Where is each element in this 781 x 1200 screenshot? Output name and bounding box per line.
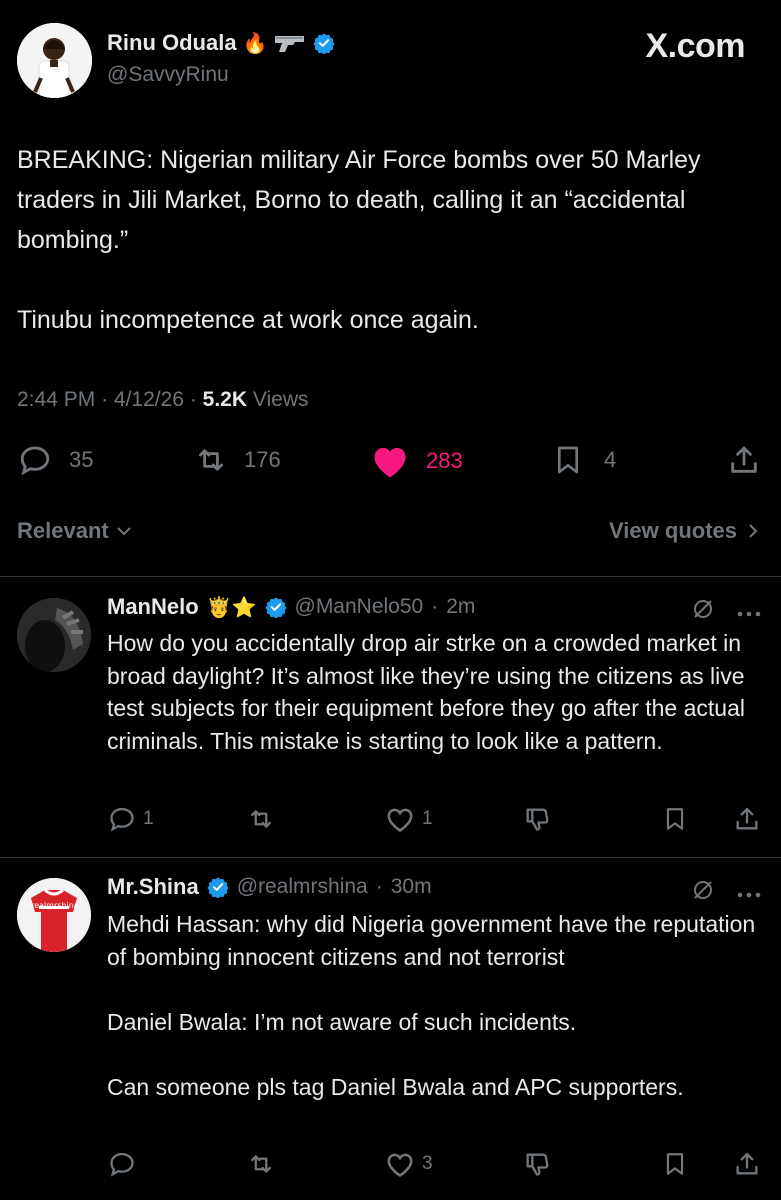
heart-outline-icon [384,805,416,833]
reply-share-button[interactable] [733,1150,761,1183]
reply-like-count: 3 [422,1153,433,1174]
bookmark-action[interactable]: 4 [552,443,616,477]
reply-repost-action[interactable] [245,1150,277,1183]
reply-like-count: 1 [422,808,433,829]
reply-author-handle[interactable]: @realmrshina [237,875,368,899]
avatar-text: @realmrshina [23,901,79,910]
heart-filled-icon [370,443,410,479]
repost-icon [192,443,230,477]
view-quotes-label: View quotes [609,518,737,543]
grok-icon [691,597,715,621]
reply-like-action[interactable]: 3 [384,1150,433,1178]
author-handle[interactable]: @SavvyRinu [107,63,229,87]
more-options-button[interactable] [736,605,762,623]
more-dots-icon [736,610,762,618]
reply-reply-count: 1 [143,808,154,829]
tweet-text: BREAKING: Nigerian military Air Force bo… [17,146,701,334]
author-name-row: Rinu Oduala 🔥 [107,30,336,56]
chevron-down-icon [115,524,133,538]
reply-icon [107,805,137,833]
repost-icon [245,1150,277,1178]
reply-author-handle[interactable]: @ManNelo50 [295,595,424,619]
reply-reply-action[interactable] [107,1150,137,1183]
reply-time[interactable]: 2m [446,595,475,619]
separator-dot: · [375,875,383,898]
tweet-date[interactable]: 4/12/26 [114,388,184,411]
verified-badge-icon [313,32,336,54]
reply-header: Mr.Shina @realmrshina · 30m [107,874,432,900]
sort-label: Relevant [17,518,109,543]
brand-watermark: X.com [645,27,745,65]
share-icon [733,805,761,833]
tweet-time[interactable]: 2:44 PM [17,388,95,411]
reply-bookmark-button[interactable] [662,805,688,838]
dislike-button[interactable] [522,1150,552,1183]
reply-avatar[interactable] [17,878,91,952]
repost-icon [245,805,277,833]
share-icon [733,1150,761,1178]
share-icon [727,443,761,477]
share-button[interactable] [727,443,761,482]
thumbs-down-icon [522,1150,552,1178]
like-count: 283 [426,448,463,473]
sort-dropdown[interactable]: Relevant [17,518,133,544]
reply-reply-action[interactable]: 1 [107,805,154,833]
divider [0,576,781,577]
tweet-meta: 2:44 PM · 4/12/26 · 5.2K Views [17,388,309,411]
divider [0,857,781,858]
more-options-button[interactable] [736,886,762,904]
reply-repost-action[interactable] [245,805,277,838]
repost-action[interactable]: 176 [192,443,281,477]
pistol-icon [273,33,307,53]
reply-avatar[interactable] [17,598,91,672]
reply-author-emoji: 🤴⭐ [206,596,257,619]
verified-badge-icon [264,596,287,618]
bookmark-icon [662,1150,688,1178]
reply-icon [107,1150,137,1178]
reply-action[interactable]: 35 [17,443,93,477]
like-action[interactable]: 283 [370,443,463,479]
reply-author-name[interactable]: Mr.Shina [107,874,199,900]
grok-icon [691,878,715,902]
reply-icon [17,443,53,477]
reply-bookmark-button[interactable] [662,1150,688,1183]
author-avatar[interactable] [17,23,92,98]
thumbs-down-icon [522,805,552,833]
dislike-button[interactable] [522,805,552,838]
reply-time[interactable]: 30m [391,875,432,899]
author-name[interactable]: Rinu Oduala [107,30,237,56]
repost-count: 176 [244,447,281,472]
bookmark-count: 4 [604,447,617,472]
reply-text: How do you accidentally drop air strke o… [107,630,745,754]
view-quotes-link[interactable]: View quotes [609,518,759,544]
reply-share-button[interactable] [733,805,761,838]
fire-emoji: 🔥 [242,32,268,55]
reply-header: ManNelo 🤴⭐ @ManNelo50 · 2m [107,594,475,620]
bookmark-icon [552,443,584,477]
heart-outline-icon [384,1150,416,1178]
reply-like-action[interactable]: 1 [384,805,433,833]
views-label: Views [252,388,309,411]
reply-text: Mehdi Hassan: why did Nigeria government… [107,911,756,1100]
separator-dot: · [431,595,439,618]
grok-button[interactable] [691,878,715,907]
chevron-right-icon [747,522,759,540]
verified-badge-icon [207,876,229,898]
reply-count: 35 [69,447,94,472]
reply-author-name[interactable]: ManNelo [107,594,199,620]
views-count: 5.2K [202,388,247,411]
grok-button[interactable] [691,597,715,626]
more-dots-icon [736,891,762,899]
bookmark-icon [662,805,688,833]
